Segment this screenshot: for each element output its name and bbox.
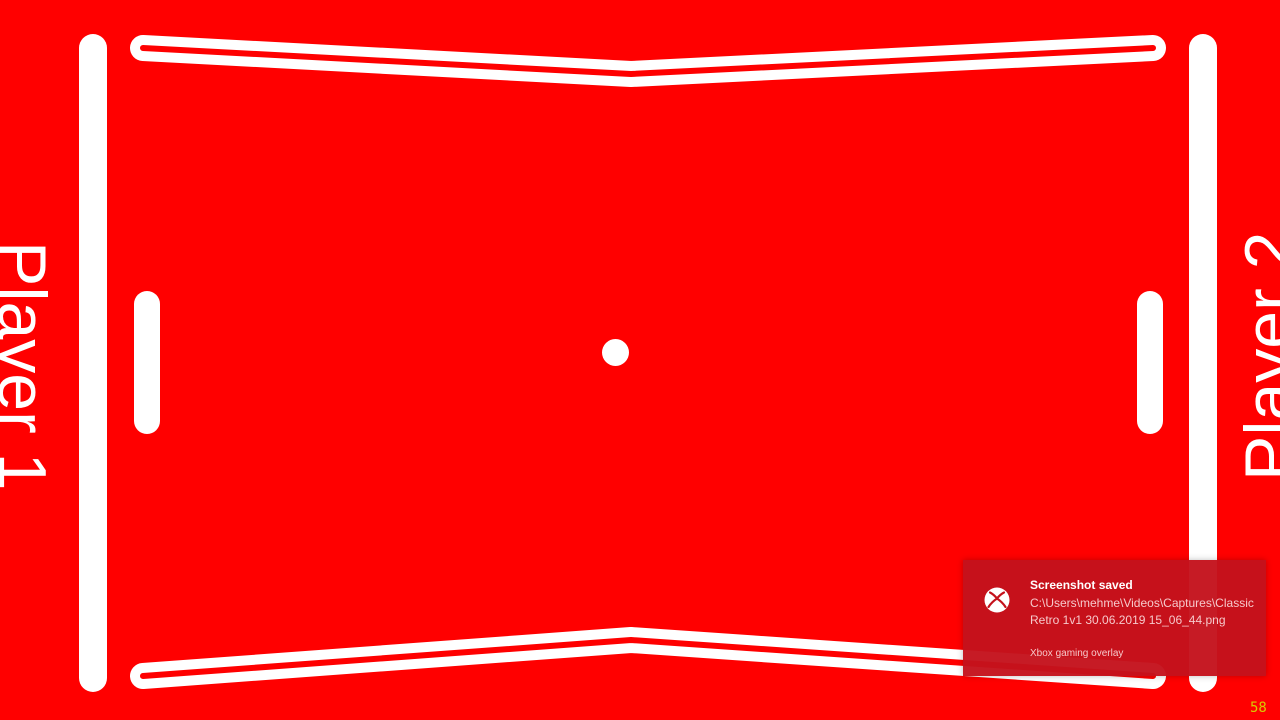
player1-paddle[interactable] [134,291,160,434]
screenshot-saved-notification[interactable]: Screenshot saved C:\Users\mehme\Videos\C… [963,560,1266,676]
top-wall [130,35,1166,87]
notification-path: C:\Users\mehme\Videos\Captures\Classic R… [1030,596,1254,627]
ball [602,339,629,366]
left-goal-post [79,34,107,692]
xbox-icon [984,587,1010,613]
player2-paddle[interactable] [1137,291,1163,434]
player1-label: Player 1 [0,241,60,490]
notification-source: Xbox gaming overlay [1030,648,1124,659]
fps-counter: 58 [1250,700,1267,716]
notification-title: Screenshot saved [1030,578,1133,592]
player2-label: Player 2 [1231,232,1280,481]
